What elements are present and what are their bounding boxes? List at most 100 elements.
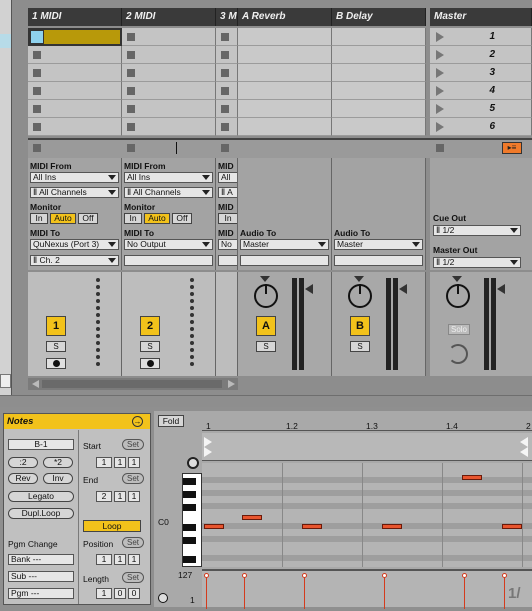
master-stop-icon[interactable] <box>436 144 444 152</box>
clip-slot[interactable] <box>216 82 238 100</box>
invert-button[interactable]: Inv <box>43 473 73 484</box>
view-divider[interactable] <box>0 395 532 407</box>
browser-scrollbar[interactable] <box>0 374 11 388</box>
velocity-handle[interactable] <box>242 573 247 578</box>
stop-all-clips-icon[interactable] <box>127 144 135 152</box>
arm-button[interactable] <box>46 358 66 369</box>
pan-knob[interactable] <box>348 284 372 308</box>
clip-slot[interactable] <box>122 118 216 136</box>
loop-start-marker-icon[interactable] <box>204 447 212 457</box>
track-activator-button[interactable]: 1 <box>46 316 66 336</box>
scene-launch-3[interactable]: 3 <box>430 64 532 82</box>
return-slot[interactable] <box>332 28 426 46</box>
length-bar-field[interactable]: 1 <box>96 588 112 599</box>
track-header-delay[interactable]: B Delay <box>332 8 426 26</box>
loop-button[interactable]: Loop <box>83 520 141 532</box>
scene-launch-1[interactable]: 1 <box>430 28 532 46</box>
scene-launch-2[interactable]: 2 <box>430 46 532 64</box>
midi-to-channel-empty[interactable] <box>218 255 237 266</box>
return-slot[interactable] <box>332 82 426 100</box>
return-slot[interactable] <box>238 46 332 64</box>
stop-all-clips-icon[interactable] <box>33 144 41 152</box>
io-toggle-icon[interactable]: ▸≡ <box>502 142 522 154</box>
scene-launch-4[interactable]: 4 <box>430 82 532 100</box>
arm-button[interactable] <box>140 358 160 369</box>
velocity-stem[interactable] <box>464 575 465 609</box>
velocity-stem[interactable] <box>206 575 207 609</box>
start-sixteenth-field[interactable]: 1 <box>128 457 140 468</box>
midi-from-select[interactable]: All Ins <box>124 172 213 183</box>
monitor-auto-button[interactable]: Auto <box>50 213 76 224</box>
midi-from-select[interactable]: All <box>218 172 237 183</box>
audio-to-select[interactable]: Master <box>240 239 329 250</box>
midi-channel-select[interactable]: Ⅱ All Channels <box>30 187 119 198</box>
clip-slot[interactable] <box>216 100 238 118</box>
return-slot[interactable] <box>332 46 426 64</box>
velocity-play-icon[interactable] <box>158 593 168 603</box>
velocity-handle[interactable] <box>302 573 307 578</box>
velocity-stem[interactable] <box>244 575 245 609</box>
midi-channel-select[interactable]: Ⅱ All Channels <box>124 187 213 198</box>
midi-note[interactable] <box>242 515 262 520</box>
solo-button[interactable]: S <box>140 341 160 352</box>
monitor-in-button[interactable]: In <box>218 213 237 224</box>
clip-slot[interactable] <box>28 28 122 46</box>
volume-marker-icon[interactable] <box>497 284 505 294</box>
black-key[interactable] <box>183 537 196 544</box>
midi-from-select[interactable]: All Ins <box>30 172 119 183</box>
velocity-stem[interactable] <box>384 575 385 609</box>
clip-slot[interactable] <box>28 46 122 64</box>
clip-slot[interactable] <box>216 46 238 64</box>
preview-headphones-icon[interactable] <box>187 457 199 469</box>
return-slot[interactable] <box>332 118 426 136</box>
clip-slot[interactable] <box>216 118 238 136</box>
velocity-stem[interactable] <box>504 575 505 609</box>
clip-slot[interactable] <box>28 118 122 136</box>
start-beat-field[interactable]: 1 <box>114 457 126 468</box>
note-grid[interactable] <box>202 463 532 567</box>
velocity-handle[interactable] <box>462 573 467 578</box>
midi-channel-select[interactable]: Ⅱ A <box>218 187 237 198</box>
double-button[interactable]: *2 <box>43 457 73 468</box>
black-key[interactable] <box>183 491 196 498</box>
master-solo-button[interactable]: Solo <box>448 324 470 335</box>
midi-note[interactable] <box>502 524 522 529</box>
piano-keyboard[interactable] <box>182 473 202 567</box>
position-beat-field[interactable]: 1 <box>114 554 126 565</box>
midi-note[interactable] <box>302 524 322 529</box>
midi-note[interactable] <box>462 475 482 480</box>
black-key[interactable] <box>183 504 196 511</box>
return-slot[interactable] <box>238 82 332 100</box>
track-activator-button[interactable]: 2 <box>140 316 160 336</box>
duplicate-loop-button[interactable]: Dupl.Loop <box>8 508 74 519</box>
return-slot[interactable] <box>238 118 332 136</box>
legato-button[interactable]: Legato <box>8 491 74 502</box>
monitor-off-button[interactable]: Off <box>78 213 98 224</box>
return-slot[interactable] <box>332 64 426 82</box>
pgm-field[interactable]: Pgm --- <box>8 588 74 599</box>
loop-start-marker-icon[interactable] <box>204 437 212 447</box>
black-key[interactable] <box>183 556 196 563</box>
midi-to-select[interactable]: QuNexus (Port 3) <box>30 239 119 250</box>
monitor-off-button[interactable]: Off <box>172 213 192 224</box>
velocity-handle[interactable] <box>204 573 209 578</box>
reverse-button[interactable]: Rev <box>8 473 38 484</box>
velocity-handle[interactable] <box>502 573 507 578</box>
cue-volume-knob[interactable] <box>448 344 468 364</box>
return-slot[interactable] <box>238 100 332 118</box>
track-activator-button[interactable]: A <box>256 316 276 336</box>
loop-end-marker-icon[interactable] <box>520 447 528 457</box>
solo-button[interactable]: S <box>256 341 276 352</box>
notes-arrow-icon[interactable]: → <box>132 416 143 427</box>
loop-brace[interactable] <box>202 433 532 461</box>
audio-to-select[interactable]: Master <box>334 239 423 250</box>
track-header-master[interactable]: Master <box>430 8 532 26</box>
pan-knob[interactable] <box>446 284 470 308</box>
fold-button[interactable]: Fold <box>158 415 184 427</box>
velocity-handle[interactable] <box>382 573 387 578</box>
black-key[interactable] <box>183 478 196 485</box>
end-beat-field[interactable]: 1 <box>114 491 126 502</box>
return-slot[interactable] <box>238 28 332 46</box>
play-clip-icon[interactable] <box>30 30 44 44</box>
volume-marker-icon[interactable] <box>305 284 313 294</box>
